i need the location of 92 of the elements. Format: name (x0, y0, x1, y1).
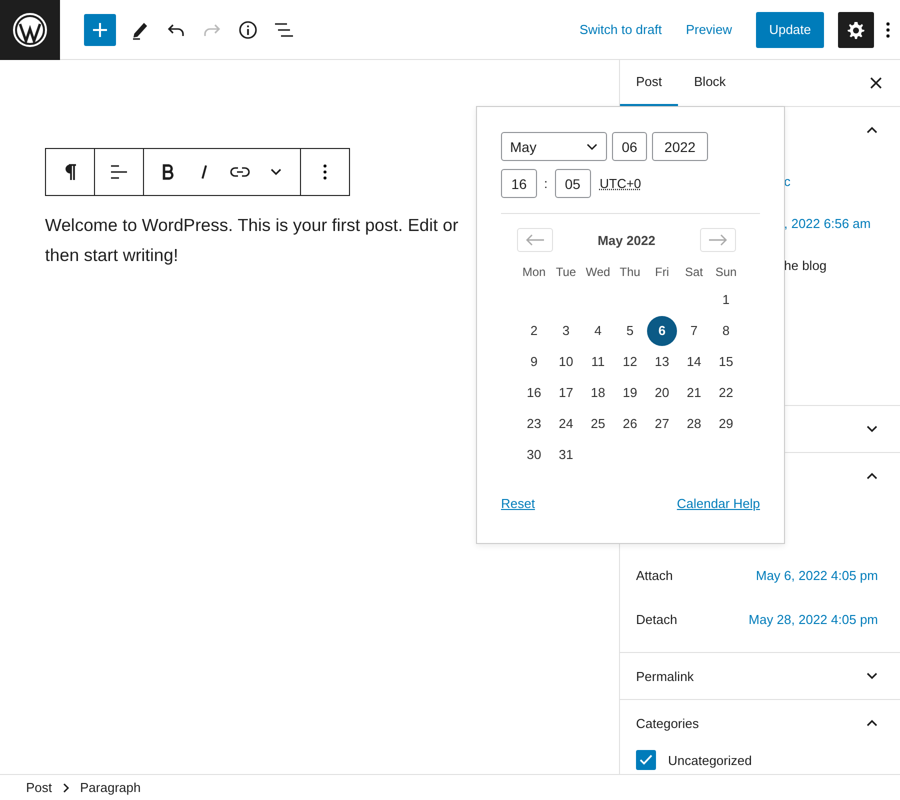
weekday-label: Wed (584, 264, 612, 281)
weekday-label: Sun (714, 264, 738, 281)
calendar-day[interactable]: 24 (551, 408, 581, 438)
align-left-icon (110, 164, 128, 180)
chevron-down-icon (866, 672, 878, 680)
schedule-date-link[interactable]: May 28, 2022 4:05 pm (748, 612, 878, 627)
weekday-label: Mon (521, 264, 547, 281)
calendar-day[interactable]: 10 (551, 346, 581, 376)
calendar-day[interactable]: 2 (519, 316, 549, 346)
update-button[interactable]: Update (756, 12, 824, 48)
breadcrumb-item[interactable]: Paragraph (80, 780, 141, 795)
calendar-day[interactable]: 22 (711, 378, 741, 408)
calendar-day[interactable]: 19 (615, 378, 645, 408)
calendar-day[interactable]: 13 (647, 346, 677, 376)
calendar-day[interactable]: 20 (647, 378, 677, 408)
panel-title: Permalink (636, 668, 694, 684)
panel-text: he blog (784, 258, 827, 274)
calendar-day[interactable]: 16 (519, 378, 549, 408)
minute-input[interactable]: 05 (554, 169, 591, 198)
calendar-day[interactable]: 26 (615, 408, 645, 438)
paragraph-text: then start writing! (45, 244, 178, 267)
hour-input[interactable]: 16 (501, 169, 537, 198)
header-link[interactable]: Preview (686, 22, 732, 37)
sidebar-tab[interactable]: Block (678, 60, 742, 106)
settings-icon (846, 20, 866, 40)
paragraph-text: Welcome to WordPress. This is your first post. Edit or (45, 214, 458, 237)
calendar-day[interactable]: 29 (711, 408, 741, 438)
schedule-date-link[interactable]: May 6, 2022 4:05 pm (756, 568, 878, 583)
wordpress-logo-icon (12, 12, 48, 48)
pilcrow-icon (63, 163, 77, 181)
reset-link[interactable]: Reset (501, 496, 535, 511)
calendar-day[interactable]: 25 (583, 408, 613, 438)
chevron-down-icon (586, 142, 598, 150)
calendar-day[interactable]: 21 (679, 378, 709, 408)
close-icon (870, 76, 882, 89)
calendar-day[interactable]: 6 (647, 316, 677, 346)
weekday-label: Thu (618, 264, 642, 281)
weekday-label: Tue (554, 264, 578, 281)
day-input[interactable]: 06 (612, 132, 647, 161)
calendar-day[interactable]: 7 (679, 316, 709, 346)
calendar-day[interactable]: 3 (551, 316, 581, 346)
header-link[interactable]: Switch to draft (579, 22, 662, 37)
calendar-day[interactable]: 14 (679, 346, 709, 376)
wordpress-logo[interactable] (0, 0, 60, 60)
calendar-day[interactable]: 30 (519, 440, 549, 470)
link-icon (230, 166, 250, 178)
category-label: Uncategorized (668, 752, 752, 768)
calendar-day[interactable]: 9 (519, 346, 549, 376)
schedule-label: Detach (636, 612, 678, 627)
check-icon (639, 754, 653, 766)
calendar-month-title: May 2022 (598, 232, 656, 248)
info-icon (238, 20, 258, 40)
calendar-day[interactable]: 31 (551, 440, 581, 470)
category-checkbox[interactable] (636, 750, 656, 770)
schedule-label: Attach (636, 568, 673, 583)
weekday-label: Sat (684, 264, 704, 281)
calendar-day[interactable]: 28 (679, 408, 709, 438)
chevron-up-icon (866, 719, 878, 728)
calendar-day[interactable]: 8 (711, 316, 741, 346)
calendar-day[interactable]: 23 (519, 408, 549, 438)
arrow-left-icon (525, 234, 545, 246)
month-select[interactable]: May (501, 132, 607, 161)
chevron-down-icon (270, 168, 282, 176)
chevron-up-icon (866, 472, 878, 480)
calendar-day[interactable]: 15 (711, 346, 741, 376)
settings-button[interactable] (838, 12, 874, 48)
add-block-button[interactable] (84, 14, 116, 46)
calendar-day[interactable]: 5 (615, 316, 645, 346)
year-input[interactable]: 2022 (652, 132, 708, 161)
calendar-day[interactable]: 4 (583, 316, 613, 346)
panel-link[interactable]: , 2022 6:56 am (784, 216, 871, 232)
time-separator: : (544, 176, 548, 191)
bold-icon (162, 164, 174, 180)
arrow-right-icon (708, 234, 728, 246)
more-vertical-icon (323, 164, 327, 180)
chevron-right-icon (62, 782, 70, 792)
calendar-day[interactable]: 11 (583, 346, 613, 376)
timezone-label: UTC+0 (600, 176, 642, 191)
calendar-day[interactable]: 18 (583, 378, 613, 408)
more-vertical-icon (886, 22, 890, 38)
chevron-up-icon (866, 126, 878, 134)
calendar-day[interactable]: 12 (615, 346, 645, 376)
calendar-day[interactable]: 17 (551, 378, 581, 408)
plus-icon (91, 20, 109, 38)
italic-icon (200, 164, 208, 180)
chevron-down-icon (866, 425, 878, 434)
panel-title: Categories (636, 716, 699, 731)
calendar-day[interactable]: 27 (647, 408, 677, 438)
calendar-day[interactable]: 1 (711, 284, 741, 314)
weekday-label: Fri (654, 264, 670, 281)
breadcrumb-item[interactable]: Post (26, 780, 52, 795)
calendar-help-link[interactable]: Calendar Help (676, 496, 760, 511)
